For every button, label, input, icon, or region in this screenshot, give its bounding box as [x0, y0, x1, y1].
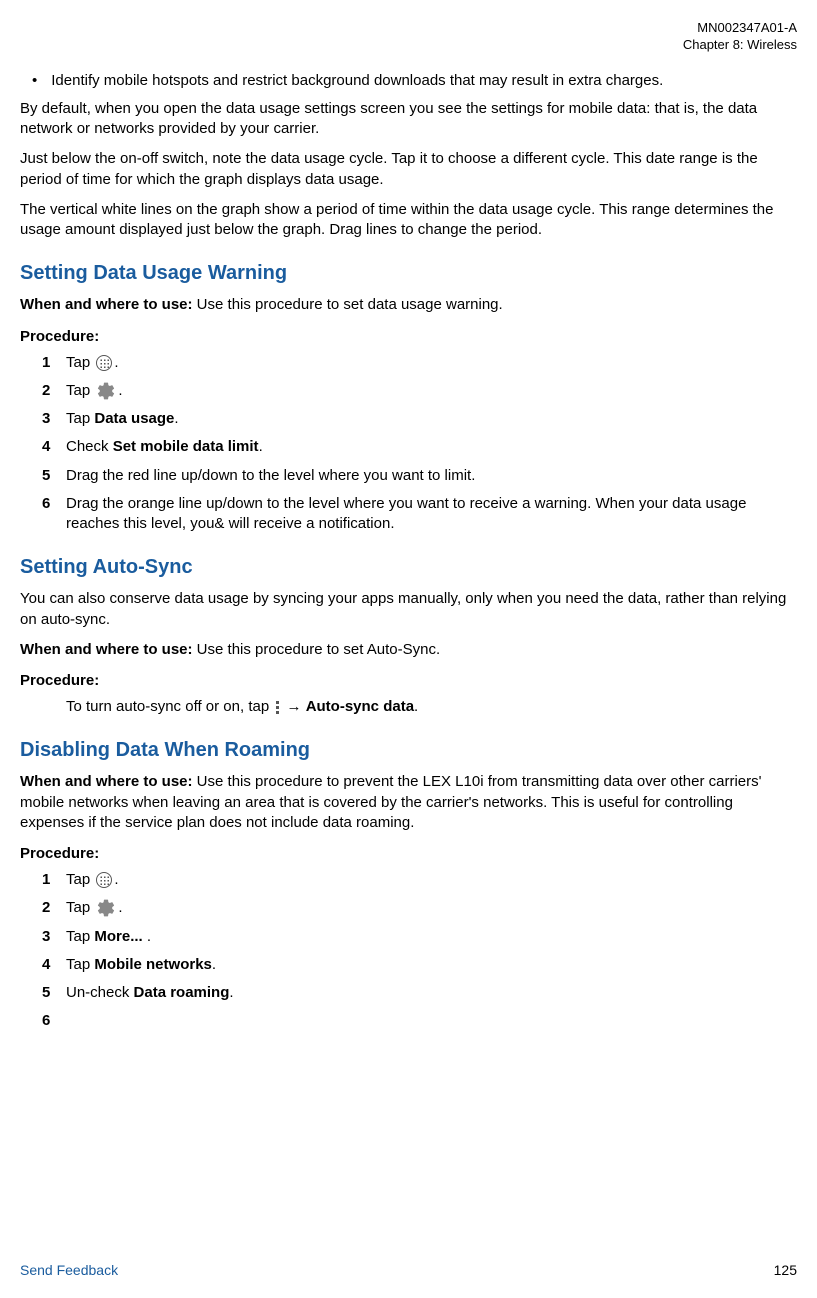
apps-icon — [96, 355, 112, 371]
step-content: Tap . — [66, 870, 797, 890]
page-header: MN002347A01-A Chapter 8: Wireless — [20, 20, 797, 54]
step-content: Tap . — [66, 353, 797, 373]
step-content: Drag the orange line up/down to the leve… — [66, 494, 797, 535]
intro-paragraph-3: The vertical white lines on the graph sh… — [20, 200, 797, 241]
step-1-1: 1 Tap . — [20, 353, 797, 373]
when-text: Use this procedure to set Auto-Sync. — [193, 641, 441, 658]
procedure-label-3: Procedure: — [20, 845, 797, 862]
step-1-3: 3 Tap Data usage. — [20, 409, 797, 429]
step-number: 2 — [42, 381, 66, 401]
step-number: 2 — [42, 898, 66, 918]
settings-icon — [96, 381, 116, 401]
step-content: Tap . — [66, 381, 797, 401]
page-number: 125 — [774, 1262, 797, 1278]
when-where-1: When and where to use: Use this procedur… — [20, 295, 797, 315]
heading-disable-roaming: Disabling Data When Roaming — [20, 739, 797, 762]
heading-auto-sync: Setting Auto-Sync — [20, 556, 797, 579]
step-content: Tap . — [66, 898, 797, 918]
step-content: Tap Mobile networks. — [66, 955, 797, 975]
step-number: 6 — [42, 494, 66, 535]
apps-icon — [96, 872, 112, 888]
step-number: 4 — [42, 437, 66, 457]
step-content: Un-check Data roaming. — [66, 983, 797, 1003]
procedure-label-1: Procedure: — [20, 328, 797, 345]
step-3-4: 4 Tap Mobile networks. — [20, 955, 797, 975]
page-footer: Send Feedback 125 — [20, 1262, 797, 1278]
step-content: Tap Data usage. — [66, 409, 797, 429]
step-3-6: 6 — [20, 1011, 797, 1031]
settings-icon — [96, 898, 116, 918]
step-content: Check Set mobile data limit. — [66, 437, 797, 457]
step-number: 4 — [42, 955, 66, 975]
heading-data-usage-warning: Setting Data Usage Warning — [20, 262, 797, 285]
auto-sync-step: To turn auto-sync off or on, tap → Auto-… — [20, 697, 797, 717]
step-1-2: 2 Tap . — [20, 381, 797, 401]
auto-sync-intro: You can also conserve data usage by sync… — [20, 589, 797, 630]
chapter-label: Chapter 8: Wireless — [20, 37, 797, 54]
when-text: Use this procedure to set data usage war… — [193, 296, 503, 313]
when-where-3: When and where to use: Use this procedur… — [20, 772, 797, 833]
when-label: When and where to use: — [20, 641, 193, 658]
step-1-6: 6 Drag the orange line up/down to the le… — [20, 494, 797, 535]
overflow-menu-icon — [276, 701, 279, 714]
step-number: 5 — [42, 466, 66, 486]
step-3-2: 2 Tap . — [20, 898, 797, 918]
when-label: When and where to use: — [20, 296, 193, 313]
step-1-4: 4 Check Set mobile data limit. — [20, 437, 797, 457]
step-number: 5 — [42, 983, 66, 1003]
step-3-3: 3 Tap More... . — [20, 927, 797, 947]
bullet-marker: • — [32, 72, 37, 89]
bullet-text: Identify mobile hotspots and restrict ba… — [51, 72, 663, 89]
procedure-label-2: Procedure: — [20, 672, 797, 689]
step-3-1: 1 Tap . — [20, 870, 797, 890]
step-number: 3 — [42, 409, 66, 429]
when-label: When and where to use: — [20, 773, 193, 790]
doc-id: MN002347A01-A — [20, 20, 797, 37]
step-number: 1 — [42, 353, 66, 373]
step-content: Tap More... . — [66, 927, 797, 947]
step-number: 3 — [42, 927, 66, 947]
intro-paragraph-2: Just below the on-off switch, note the d… — [20, 149, 797, 190]
when-where-2: When and where to use: Use this procedur… — [20, 640, 797, 660]
step-content: Drag the red line up/down to the level w… — [66, 466, 797, 486]
intro-paragraph-1: By default, when you open the data usage… — [20, 99, 797, 140]
send-feedback-link[interactable]: Send Feedback — [20, 1262, 118, 1278]
step-number: 6 — [42, 1011, 66, 1031]
step-1-5: 5 Drag the red line up/down to the level… — [20, 466, 797, 486]
bullet-item: • Identify mobile hotspots and restrict … — [20, 72, 797, 89]
step-number: 1 — [42, 870, 66, 890]
step-3-5: 5 Un-check Data roaming. — [20, 983, 797, 1003]
